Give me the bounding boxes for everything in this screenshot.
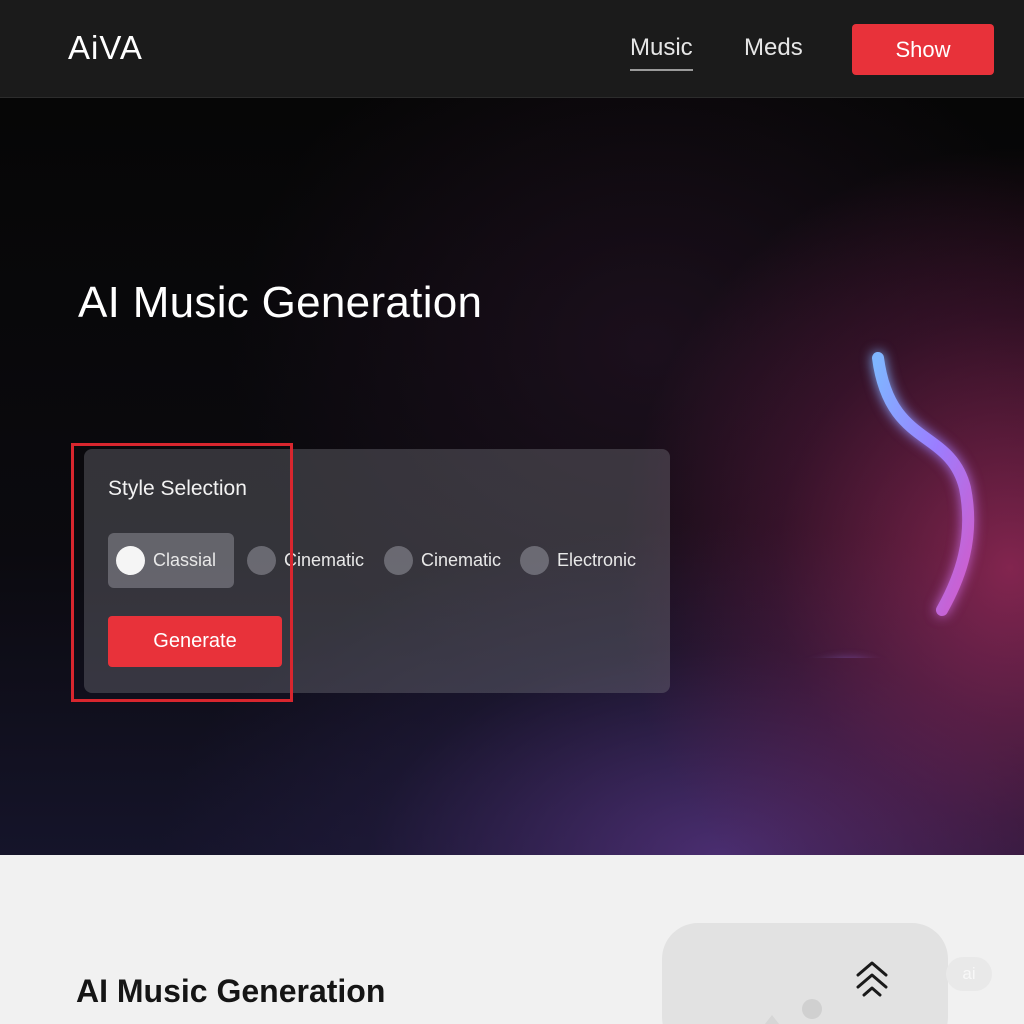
style-option-cinematic[interactable]: Cinematic	[247, 533, 364, 588]
radio-selected-icon	[116, 546, 145, 575]
style-option-label: Classial	[153, 550, 217, 570]
radio-icon	[247, 546, 276, 575]
style-option-classical[interactable]: Classial	[108, 533, 234, 588]
hero-section: AI Music Generation Style Selection Clas…	[0, 98, 1024, 855]
section-title: AI Music Generation	[76, 973, 386, 1009]
lower-section: AI Music Generation ai	[0, 855, 1024, 1024]
style-option-label: Cinematic	[284, 550, 365, 570]
logo[interactable]: AiVA	[68, 29, 143, 67]
style-selection-panel: Style Selection Classial Cinematic Cinem…	[84, 449, 670, 693]
ai-badge[interactable]: ai	[946, 957, 992, 991]
style-option-label: Cinematic	[421, 550, 502, 570]
radio-icon	[384, 546, 413, 575]
style-option-label: Electronic	[557, 550, 637, 570]
hero-title: AI Music Generation	[78, 278, 483, 327]
style-selection-title: Style Selection	[108, 477, 247, 500]
show-button[interactable]: Show	[852, 24, 994, 75]
nav-link-meds[interactable]: Meds	[744, 34, 803, 62]
cloud-upload-icon[interactable]	[852, 957, 892, 1001]
style-option-cinematic-2[interactable]: Cinematic	[384, 533, 501, 588]
top-nav-bar: AiVA Music Meds Show	[0, 0, 1024, 98]
nav-link-music[interactable]: Music	[630, 34, 693, 71]
style-option-electronic[interactable]: Electronic	[520, 533, 636, 588]
music-note-icon	[872, 350, 975, 654]
generate-button[interactable]: Generate	[108, 616, 282, 667]
image-placeholder-icon	[764, 999, 822, 1024]
radio-icon	[520, 546, 549, 575]
media-card[interactable]	[662, 923, 948, 1024]
